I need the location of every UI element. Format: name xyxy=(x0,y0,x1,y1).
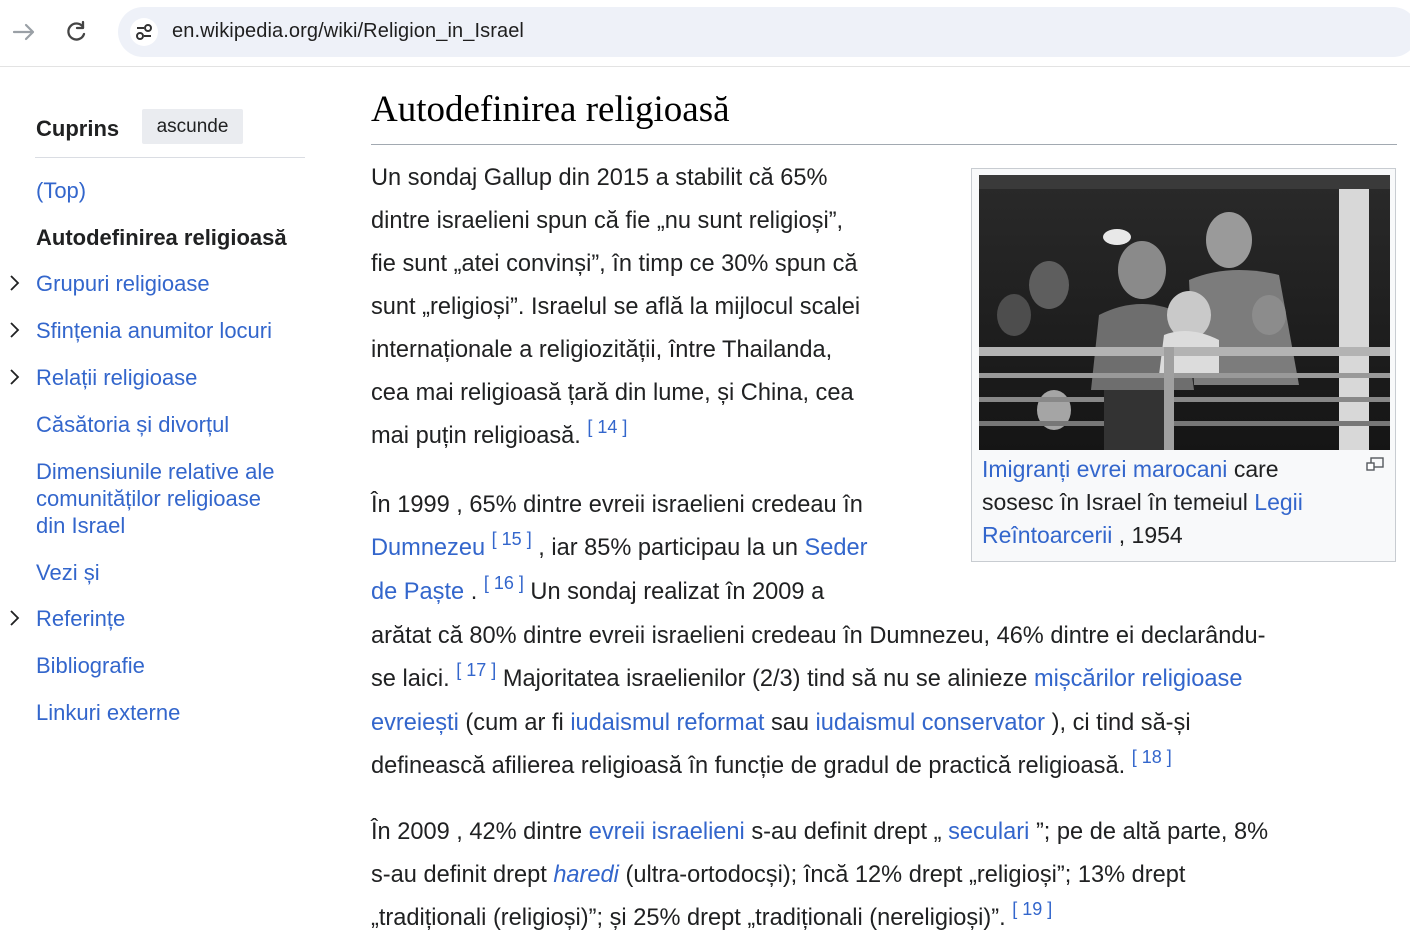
text: Majoritatea israelienilor (2/3) tind să … xyxy=(502,666,1028,692)
text: (ultra-ortodocși); încă 12% drept „relig… xyxy=(625,862,1186,888)
image-figure: Imigranți evrei marocani care sosesc în … xyxy=(971,168,1396,562)
citation-17[interactable]: [ 17 ] xyxy=(456,660,496,680)
text: (cum ar fi xyxy=(465,710,564,736)
text-line: sunt „religioși”. Israelul se află la mi… xyxy=(371,294,861,320)
text: s-au definit drept xyxy=(371,862,547,888)
toc-item-dimensiunile[interactable]: Dimensiunile relative ale comunităților … xyxy=(36,458,296,539)
link-iudaism-reformat[interactable]: iudaismul reformat xyxy=(570,710,764,736)
text: arătat că 80% dintre evreii israelieni c… xyxy=(371,623,1266,649)
chevron-right-icon[interactable] xyxy=(6,321,24,339)
link-miscari[interactable]: mișcărilor religioase xyxy=(1034,666,1242,692)
heading-divider xyxy=(371,144,1397,145)
toc-item-sfintenia[interactable]: Sfințenia anumitor locuri xyxy=(36,317,296,344)
chevron-right-icon[interactable] xyxy=(6,274,24,292)
text-line: internaționale a religiozității, între T… xyxy=(371,337,833,363)
text: se laici. xyxy=(371,666,450,692)
citation-18[interactable]: [ 18 ] xyxy=(1132,747,1172,767)
paragraph-3: În 2009 , 42% dintre evreii israelieni s… xyxy=(371,811,1401,941)
text: ”; pe de altă parte, 8% xyxy=(1035,819,1269,845)
link-seder[interactable]: Seder xyxy=(805,535,868,561)
link-dumnezeu[interactable]: Dumnezeu xyxy=(371,535,485,561)
text-line: fie sunt „atei convinși”, în timp ce 30%… xyxy=(371,251,858,277)
text: s-au definit drept „ xyxy=(751,819,942,845)
caption-text: , 1954 xyxy=(1118,522,1183,548)
toc-item-bibliografie[interactable]: Bibliografie xyxy=(36,652,296,679)
browser-toolbar: en.wikipedia.org/wiki/Religion_in_Israel xyxy=(0,0,1410,67)
text-line: cea mai religioasă țară din lume, și Chi… xyxy=(371,380,854,406)
link-imigranti[interactable]: Imigranți evrei marocani xyxy=(982,456,1227,482)
reload-icon[interactable] xyxy=(62,18,90,46)
url-text[interactable]: en.wikipedia.org/wiki/Religion_in_Israel xyxy=(172,20,524,43)
chevron-right-icon[interactable] xyxy=(6,368,24,386)
toc-hide-button[interactable]: ascunde xyxy=(142,109,243,144)
link-iudaism-conservator[interactable]: iudaismul conservator xyxy=(816,710,1046,736)
text: Un sondaj realizat în 2009 a xyxy=(530,579,825,605)
text: „tradiționali (religioși)”; și 25% drept… xyxy=(371,905,1006,931)
enlarge-icon[interactable] xyxy=(1366,457,1384,471)
text: . xyxy=(470,579,478,605)
toc-item-top[interactable]: (Top) xyxy=(36,177,296,204)
text: În 1999 , 65% dintre evreii israelieni c… xyxy=(371,492,863,518)
toc-item-referinte[interactable]: Referințe xyxy=(36,605,296,632)
link-seculari[interactable]: seculari xyxy=(948,819,1029,845)
toc-divider xyxy=(35,157,305,158)
chevron-right-icon[interactable] xyxy=(6,609,24,627)
text-line: mai puțin religioasă. xyxy=(371,423,581,449)
paragraph-1: Un sondaj Gallup din 2015 a stabilit că … xyxy=(371,157,931,459)
link-seder-paste[interactable]: de Paște xyxy=(371,579,464,605)
toc-item-relatii[interactable]: Relații religioase xyxy=(36,364,296,391)
link-haredi[interactable]: haredi xyxy=(553,862,619,888)
address-bar[interactable]: en.wikipedia.org/wiki/Religion_in_Israel xyxy=(118,7,1410,57)
toc-title: Cuprins xyxy=(36,116,120,141)
text: În 2009 , 42% dintre xyxy=(371,819,583,845)
citation-15[interactable]: [ 15 ] xyxy=(492,529,532,549)
citation-19[interactable]: [ 19 ] xyxy=(1012,899,1052,919)
text: , iar 85% participau la un xyxy=(538,535,798,561)
toc-item-autodefinirea[interactable]: Autodefinirea religioasă xyxy=(36,224,296,251)
section-heading: Autodefinirea religioasă xyxy=(371,89,730,130)
site-settings-icon[interactable] xyxy=(130,18,158,46)
link-miscari-evreiesti[interactable]: evreiești xyxy=(371,710,459,736)
link-evrei-israelieni[interactable]: evreii israelieni xyxy=(589,819,745,845)
text: ), ci tind să-și xyxy=(1051,710,1191,736)
toc-item-grupuri[interactable]: Grupuri religioase xyxy=(36,270,296,297)
toc-item-vezi[interactable]: Vezi și xyxy=(36,559,296,586)
forward-arrow-icon[interactable] xyxy=(10,18,38,46)
toc-item-casatoria[interactable]: Căsătoria și divorțul xyxy=(36,411,296,438)
text-line: Un sondaj Gallup din 2015 a stabilit că … xyxy=(371,165,828,191)
citation-16[interactable]: [ 16 ] xyxy=(484,573,524,593)
text: sau xyxy=(770,710,809,736)
photo-moroccan-immigrants[interactable] xyxy=(979,175,1390,450)
text-line: dintre israelieni spun că fie „nu sunt r… xyxy=(371,208,844,234)
text: definească afilierea religioasă în funcț… xyxy=(371,753,1126,779)
figure-caption: Imigranți evrei marocani care sosesc în … xyxy=(982,453,1342,552)
citation-14[interactable]: [ 14 ] xyxy=(587,417,627,437)
toc-item-linkuri[interactable]: Linkuri externe xyxy=(36,699,296,726)
